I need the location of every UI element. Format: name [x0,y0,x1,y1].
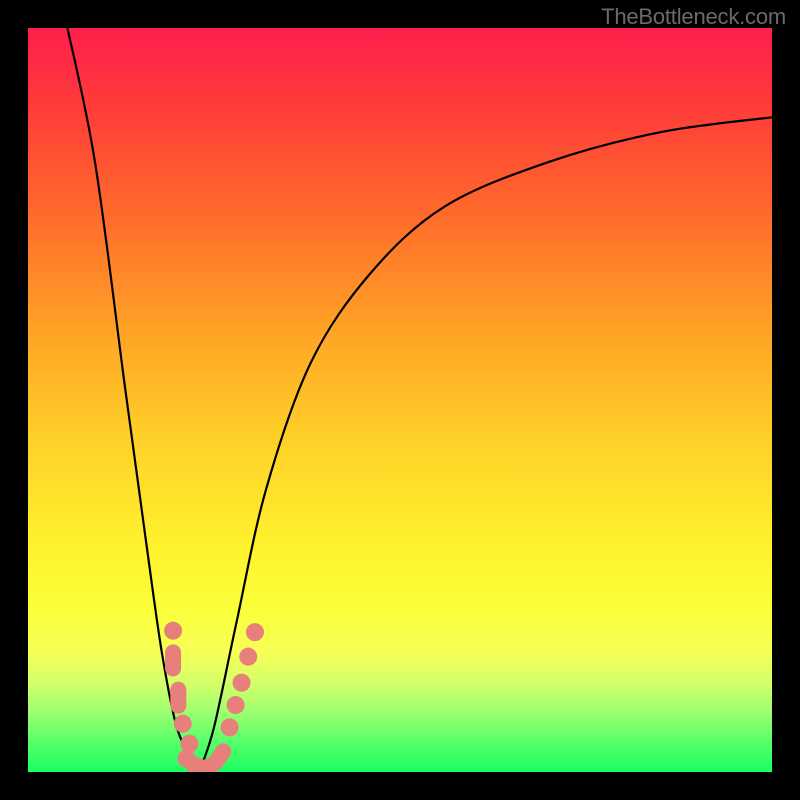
data-point-1 [165,644,181,676]
plot-area [28,28,772,772]
data-point-14 [246,623,264,641]
chart-svg [28,28,772,772]
data-point-10 [221,718,239,736]
data-point-2 [170,682,186,714]
curve-right-branch [199,117,772,772]
data-point-0 [164,622,182,640]
data-point-11 [227,696,245,714]
data-point-12 [233,674,251,692]
data-point-3 [174,715,192,733]
chart-frame: TheBottleneck.com [0,0,800,800]
data-point-4 [180,735,198,753]
watermark-text: TheBottleneck.com [601,4,786,30]
data-point-13 [239,648,257,666]
